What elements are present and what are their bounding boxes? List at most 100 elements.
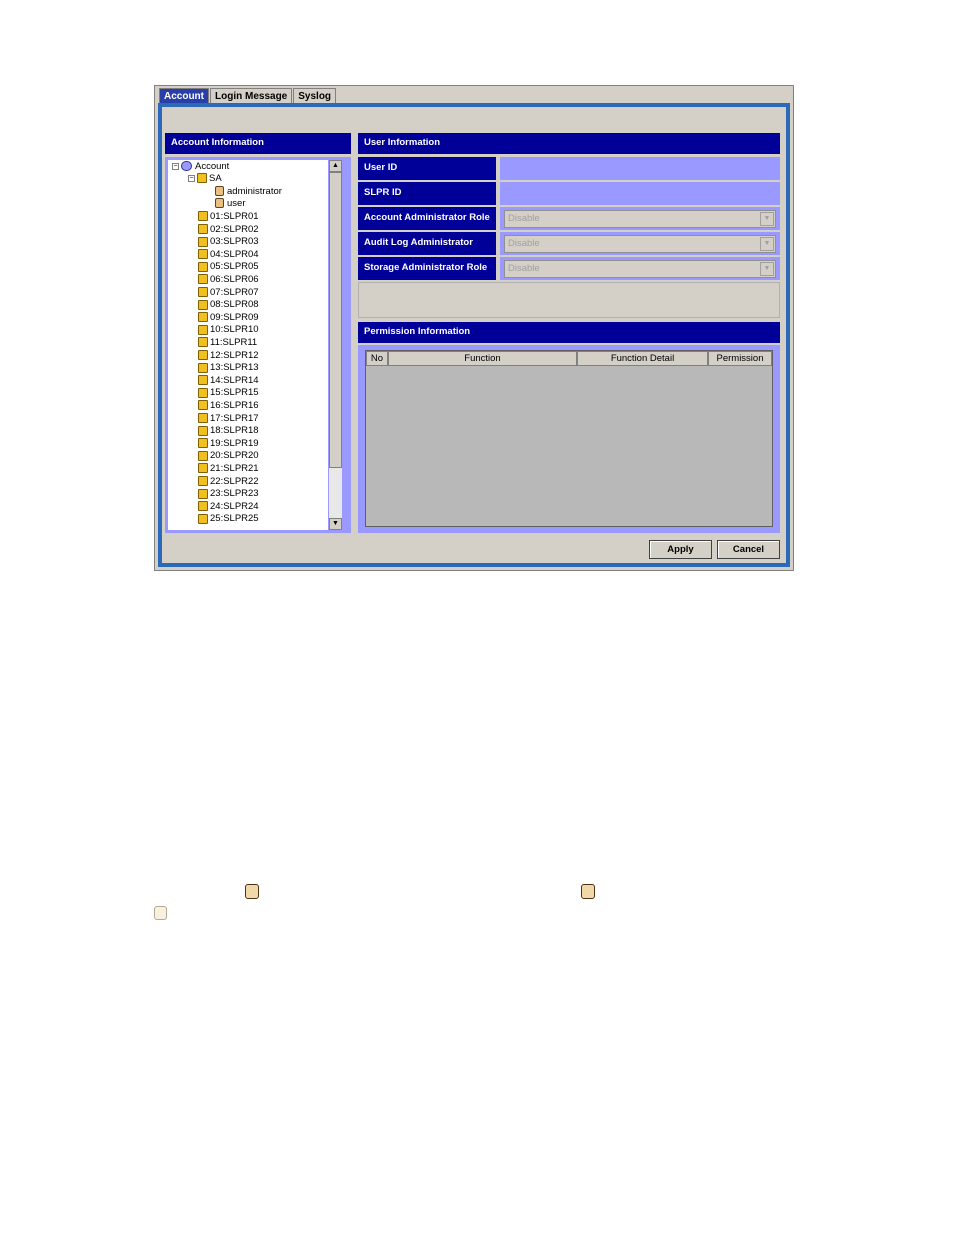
tree-node-slpr[interactable]: 12:SLPR12 <box>198 350 259 362</box>
tree-node-slpr[interactable]: 14:SLPR14 <box>198 375 259 387</box>
folder-icon <box>198 450 208 461</box>
folder-icon <box>197 173 207 184</box>
tree-node-user[interactable]: administrator <box>215 186 282 198</box>
tab-syslog[interactable]: Syslog <box>293 88 337 104</box>
user-info-spacer <box>358 282 780 318</box>
collapse-icon[interactable]: − <box>188 174 195 182</box>
collapse-icon[interactable]: − <box>172 162 179 170</box>
tree-node-label: 01:SLPR01 <box>210 211 259 222</box>
account-admin-role-row: Disable ▼ <box>500 207 780 230</box>
tree-node-slpr[interactable]: 05:SLPR05 <box>198 261 259 273</box>
tree-node-label: 22:SLPR22 <box>210 475 259 487</box>
tree-node-slpr[interactable]: 18:SLPR18 <box>198 425 259 437</box>
audit-log-admin-role-label: Audit Log Administrator Role <box>358 232 496 270</box>
tree-node-slpr[interactable]: 11:SLPR11 <box>198 337 257 349</box>
slpr-id-field[interactable] <box>500 182 780 205</box>
user-id-label: User ID <box>358 157 496 180</box>
folder-icon <box>198 249 208 260</box>
tree-node-slpr[interactable]: 02:SLPR02 <box>198 224 259 236</box>
tree-node-label: 24:SLPR24 <box>210 500 259 512</box>
chevron-down-icon[interactable]: ▼ <box>760 237 774 251</box>
tree-node-account[interactable]: − Account <box>172 161 229 173</box>
tree-node-slpr[interactable]: 04:SLPR04 <box>198 249 259 261</box>
scroll-down-icon[interactable]: ▼ <box>329 518 342 530</box>
tree-node-sa[interactable]: − SA <box>188 173 222 185</box>
folder-icon <box>198 488 208 499</box>
account-tree-panel: − Account − SA administrator user 01:SLPR0… <box>165 157 351 533</box>
folder-icon <box>198 463 208 474</box>
tree-node-user[interactable]: user <box>215 198 245 210</box>
column-header-permission[interactable]: Permission <box>708 351 772 366</box>
tree-node-label: SA <box>209 173 222 184</box>
tree-node-slpr[interactable]: 13:SLPR13 <box>198 362 259 374</box>
tree-node-slpr[interactable]: 21:SLPR21 <box>198 463 259 475</box>
tree-node-label: 05:SLPR05 <box>210 261 259 273</box>
user-info-header: User Information <box>358 133 780 154</box>
user-smiley-icon <box>581 884 595 899</box>
column-header-no[interactable]: No <box>366 351 388 366</box>
audit-log-admin-role-select[interactable]: Disable ▼ <box>504 235 776 253</box>
tab-bar: Account Login Message Syslog <box>159 88 337 104</box>
chevron-down-icon[interactable]: ▼ <box>760 212 774 226</box>
tree-node-slpr[interactable]: 08:SLPR08 <box>198 299 259 311</box>
tab-account[interactable]: Account <box>159 88 209 104</box>
folder-icon <box>198 350 208 361</box>
tree-node-slpr[interactable]: 15:SLPR15 <box>198 387 259 399</box>
tree-node-label: user <box>227 198 246 209</box>
tree-node-slpr[interactable]: 23:SLPR23 <box>198 488 259 500</box>
tree-node-slpr[interactable]: 06:SLPR06 <box>198 274 259 286</box>
user-smiley-icon <box>215 198 224 209</box>
scroll-up-icon[interactable]: ▲ <box>329 160 342 172</box>
cancel-button[interactable]: Cancel <box>717 540 780 559</box>
user-smiley-icon <box>154 906 167 920</box>
chevron-down-icon[interactable]: ▼ <box>760 262 774 276</box>
tree-node-slpr[interactable]: 24:SLPR24 <box>198 501 259 513</box>
tree-node-slpr[interactable]: 07:SLPR07 <box>198 287 259 299</box>
tree-node-slpr[interactable]: 22:SLPR22 <box>198 476 259 488</box>
tree-node-label: 02:SLPR02 <box>210 223 259 235</box>
apply-button[interactable]: Apply <box>649 540 712 559</box>
storage-admin-role-label: Storage Administrator Role <box>358 257 496 280</box>
folder-icon <box>198 413 208 424</box>
permission-info-header: Permission Information <box>358 322 780 343</box>
tree-node-label: 07:SLPR07 <box>210 286 259 298</box>
tab-login-message[interactable]: Login Message <box>210 88 293 104</box>
user-id-field[interactable] <box>500 157 780 180</box>
tree-node-slpr[interactable]: 20:SLPR20 <box>198 450 259 462</box>
folder-icon <box>198 362 208 373</box>
user-smiley-icon <box>215 186 224 197</box>
scroll-thumb[interactable] <box>329 172 342 468</box>
tree-scrollbar[interactable]: ▲ ▼ <box>329 160 342 530</box>
account-info-header: Account Information <box>165 133 351 154</box>
tree-node-slpr[interactable]: 09:SLPR09 <box>198 312 259 324</box>
tab-content: Account Information − Account − SA adminis… <box>162 107 786 563</box>
account-admin-role-label: Account Administrator Role <box>358 207 496 230</box>
storage-admin-role-select[interactable]: Disable ▼ <box>504 260 776 278</box>
column-header-function[interactable]: Function <box>388 351 577 366</box>
folder-icon <box>198 287 208 298</box>
tree-node-slpr[interactable]: 17:SLPR17 <box>198 413 259 425</box>
tree-node-slpr[interactable]: 16:SLPR16 <box>198 400 259 412</box>
folder-icon <box>198 501 208 512</box>
tree-node-slpr[interactable]: 10:SLPR10 <box>198 324 259 336</box>
tree-node-label: 11:SLPR11 <box>210 337 258 348</box>
tree-node-label: 20:SLPR20 <box>210 450 259 462</box>
tree-node-slpr[interactable]: 01:SLPR01 <box>198 211 259 223</box>
tree-node-label: 14:SLPR14 <box>210 374 259 386</box>
tree-node-label: 13:SLPR13 <box>210 362 259 374</box>
tree-node-label: 17:SLPR17 <box>210 412 259 424</box>
account-tree: − Account − SA administrator user 01:SLPR0… <box>168 160 328 530</box>
tree-node-label: 09:SLPR09 <box>210 311 259 323</box>
folder-icon <box>198 375 208 386</box>
account-admin-role-select[interactable]: Disable ▼ <box>504 210 776 228</box>
tree-node-slpr[interactable]: 25:SLPR25 <box>198 513 259 525</box>
tree-node-slpr[interactable]: 19:SLPR19 <box>198 438 259 450</box>
folder-icon <box>198 274 208 285</box>
permission-table: No Function Function Detail Permission <box>365 350 773 527</box>
tree-node-slpr[interactable]: 03:SLPR03 <box>198 236 259 248</box>
column-header-function-detail[interactable]: Function Detail <box>577 351 708 366</box>
tree-node-label: 16:SLPR16 <box>210 400 259 411</box>
folder-icon <box>198 211 208 222</box>
audit-log-admin-role-row: Disable ▼ <box>500 232 780 255</box>
select-value: Disable <box>508 263 540 274</box>
